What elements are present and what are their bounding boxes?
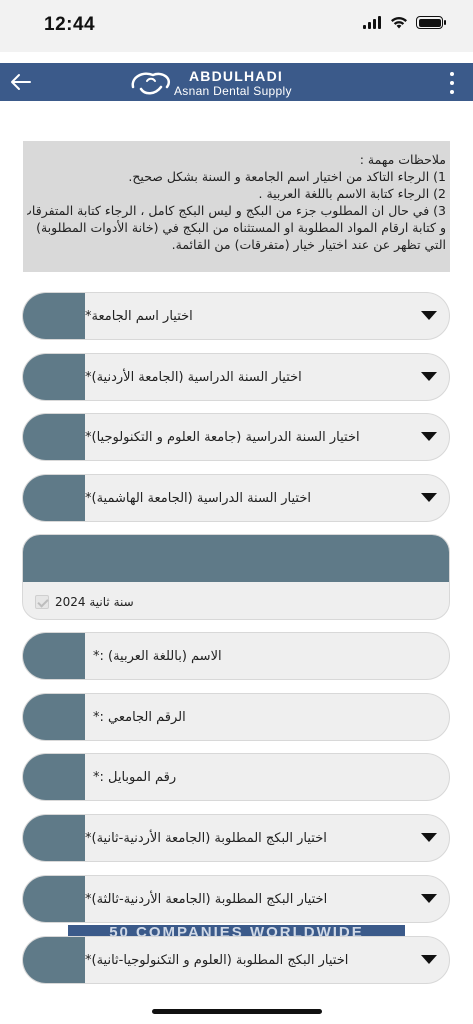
chevron-down-icon[interactable] <box>421 493 437 502</box>
student-id-field-label: الرقم الجامعي :* <box>93 709 186 725</box>
logo-subtitle: Asnan Dental Supply <box>174 84 292 98</box>
status-icons <box>363 16 446 29</box>
field-accent <box>23 414 85 460</box>
field-accent <box>23 754 85 800</box>
battery-icon <box>416 16 446 29</box>
package-just-2-select-label: اختيار البكج المطلوبة (العلوم و التكنولو… <box>85 952 349 968</box>
promo-banner: 50 COMPANIES WORLDWIDE <box>68 925 405 936</box>
field-accent <box>23 815 85 861</box>
wifi-icon <box>391 17 407 29</box>
top-navbar: ABDULHADI Asnan Dental Supply <box>0 63 473 101</box>
notes-line: 1) الرجاء التاكد من اختيار اسم الجامعة و… <box>128 169 446 184</box>
signal-icon <box>363 16 381 29</box>
field-accent <box>23 694 85 740</box>
chevron-down-icon[interactable] <box>421 311 437 320</box>
year-jordan-select-label: اختيار السنة الدراسية (الجامعة الأردنية)… <box>85 369 302 385</box>
notes-line: و كتابة ارقام المواد المطلوبة او المستثن… <box>36 220 446 235</box>
package-jordan-2-select-label: اختيار البكج المطلوبة (الجامعة الأردنية-… <box>85 830 327 846</box>
year-option-row[interactable]: سنة ثانية 2024 <box>23 582 449 619</box>
notes-line: 3) في حال ان المطلوب جزء من البكج و ليس … <box>27 203 446 218</box>
chevron-down-icon[interactable] <box>421 894 437 903</box>
mobile-field[interactable]: رقم الموبايل :* <box>22 753 450 801</box>
tooth-logo-icon <box>131 72 170 95</box>
university-select-label: اختيار اسم الجامعة* <box>85 308 193 324</box>
field-accent <box>23 293 85 339</box>
package-jordan-3-select-label: اختيار البكج المطلوبة (الجامعة الأردنية-… <box>85 891 328 907</box>
chevron-down-icon[interactable] <box>421 955 437 964</box>
year-options-card: سنة ثانية 2024 <box>22 534 450 620</box>
checkbox[interactable] <box>35 594 49 609</box>
notes-line: 2) الرجاء كتابة الاسم باللغة العربية . <box>258 186 446 201</box>
status-bar: 12:44 <box>0 0 473 52</box>
year-jordan-select[interactable]: اختيار السنة الدراسية (الجامعة الأردنية)… <box>22 353 450 401</box>
chevron-down-icon[interactable] <box>421 372 437 381</box>
mobile-field-label: رقم الموبايل :* <box>93 769 177 785</box>
back-arrow-icon[interactable] <box>10 72 32 92</box>
year-hashemite-select[interactable]: اختيار السنة الدراسية (الجامعة الهاشمية)… <box>22 474 450 522</box>
status-time: 12:44 <box>44 14 96 35</box>
card-header <box>23 535 449 582</box>
name-field[interactable]: الاسم (باللغة العربية) :* <box>22 632 450 680</box>
package-just-2-select[interactable]: اختيار البكج المطلوبة (العلوم و التكنولو… <box>22 936 450 984</box>
year-option-label: سنة ثانية 2024 <box>55 594 134 609</box>
field-accent <box>23 876 85 922</box>
promo-banner-text: 50 COMPANIES WORLDWIDE <box>109 925 364 936</box>
year-just-select[interactable]: اختيار السنة الدراسية (جامعة العلوم و ال… <box>22 413 450 461</box>
package-jordan-2-select[interactable]: اختيار البكج المطلوبة (الجامعة الأردنية-… <box>22 814 450 862</box>
student-id-field[interactable]: الرقم الجامعي :* <box>22 693 450 741</box>
notes-line: ملاحظات مهمة : <box>359 152 446 167</box>
year-hashemite-select-label: اختيار السنة الدراسية (الجامعة الهاشمية)… <box>85 490 311 506</box>
home-indicator <box>152 1009 322 1014</box>
name-field-label: الاسم (باللغة العربية) :* <box>93 648 222 664</box>
field-accent <box>23 937 85 983</box>
year-just-select-label: اختيار السنة الدراسية (جامعة العلوم و ال… <box>85 429 360 445</box>
more-menu-icon[interactable] <box>449 72 455 94</box>
package-jordan-3-select[interactable]: اختيار البكج المطلوبة (الجامعة الأردنية-… <box>22 875 450 923</box>
university-select[interactable]: اختيار اسم الجامعة* <box>22 292 450 340</box>
chevron-down-icon[interactable] <box>421 833 437 842</box>
brand-logo: ABDULHADI Asnan Dental Supply <box>129 67 329 99</box>
field-accent <box>23 475 85 521</box>
important-notes: ملاحظات مهمة : 1) الرجاء التاكد من اختيا… <box>23 141 450 272</box>
field-accent <box>23 354 85 400</box>
logo-title: ABDULHADI <box>189 68 284 84</box>
notes-line: التي تظهر عن عند اختيار خيار (متفرقات) م… <box>171 237 446 252</box>
field-accent <box>23 633 85 679</box>
chevron-down-icon[interactable] <box>421 432 437 441</box>
